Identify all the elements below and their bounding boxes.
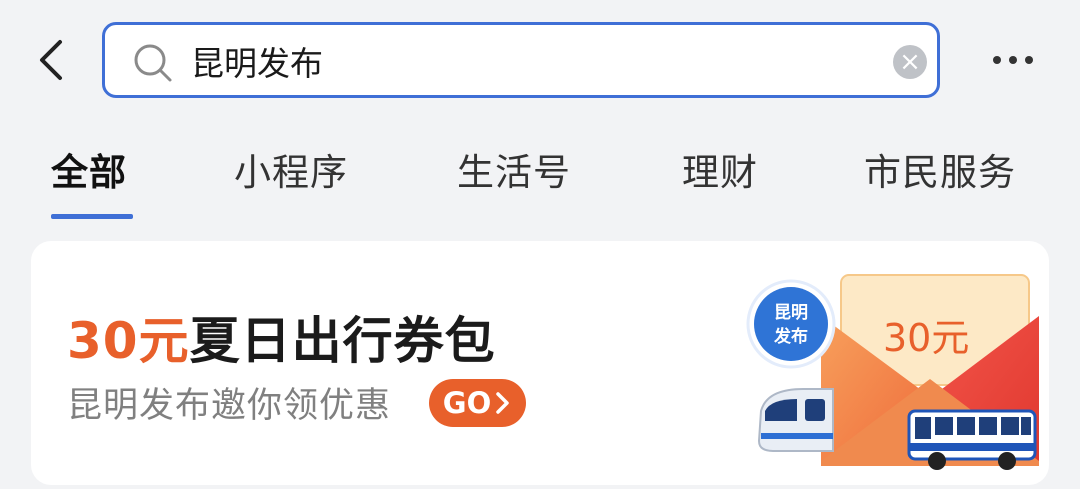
banner-title-text: 夏日出行券包 [189, 312, 496, 370]
active-tab-indicator [51, 214, 133, 219]
top-bar: × [0, 0, 1080, 120]
clear-icon: × [899, 47, 921, 77]
tab-mini-programs[interactable]: 小程序 [234, 142, 348, 196]
badge-line-2: 发布 [773, 326, 808, 347]
tab-life-accounts[interactable]: 生活号 [457, 142, 571, 196]
promo-banner[interactable]: 30元夏日出行券包 昆明发布邀你领优惠 GO 30元 昆明 发布 [31, 241, 1049, 485]
category-tabs: 全部 小程序 生活号 理财 市民服务 [0, 128, 1080, 224]
more-icon [1025, 56, 1033, 64]
tab-finance[interactable]: 理财 [682, 142, 758, 196]
kunming-release-badge: 昆明 发布 [746, 279, 836, 369]
search-input[interactable] [191, 33, 871, 89]
banner-subtitle: 昆明发布邀你领优惠 [67, 386, 392, 426]
banner-title-highlight: 30元 [67, 312, 190, 370]
back-arrow-icon [40, 40, 62, 80]
search-box[interactable]: × [102, 22, 940, 98]
more-icon [1009, 56, 1017, 64]
chevron-right-icon [496, 392, 509, 414]
envelope-amount: 30元 [883, 316, 969, 360]
badge-line-1: 昆明 [774, 303, 808, 323]
more-options-button[interactable] [988, 40, 1038, 80]
more-icon [993, 56, 1001, 64]
promo-illustration: 30元 昆明 发布 [746, 274, 1039, 470]
back-button[interactable] [28, 34, 78, 86]
clear-search-button[interactable]: × [893, 45, 927, 79]
tab-all[interactable]: 全部 [51, 142, 127, 196]
search-icon [134, 44, 172, 82]
train-icon [757, 388, 834, 452]
go-label: GO [442, 386, 492, 420]
go-button[interactable]: GO [429, 379, 526, 427]
banner-title: 30元夏日出行券包 [67, 301, 496, 373]
tab-citizen-services[interactable]: 市民服务 [864, 142, 1016, 196]
